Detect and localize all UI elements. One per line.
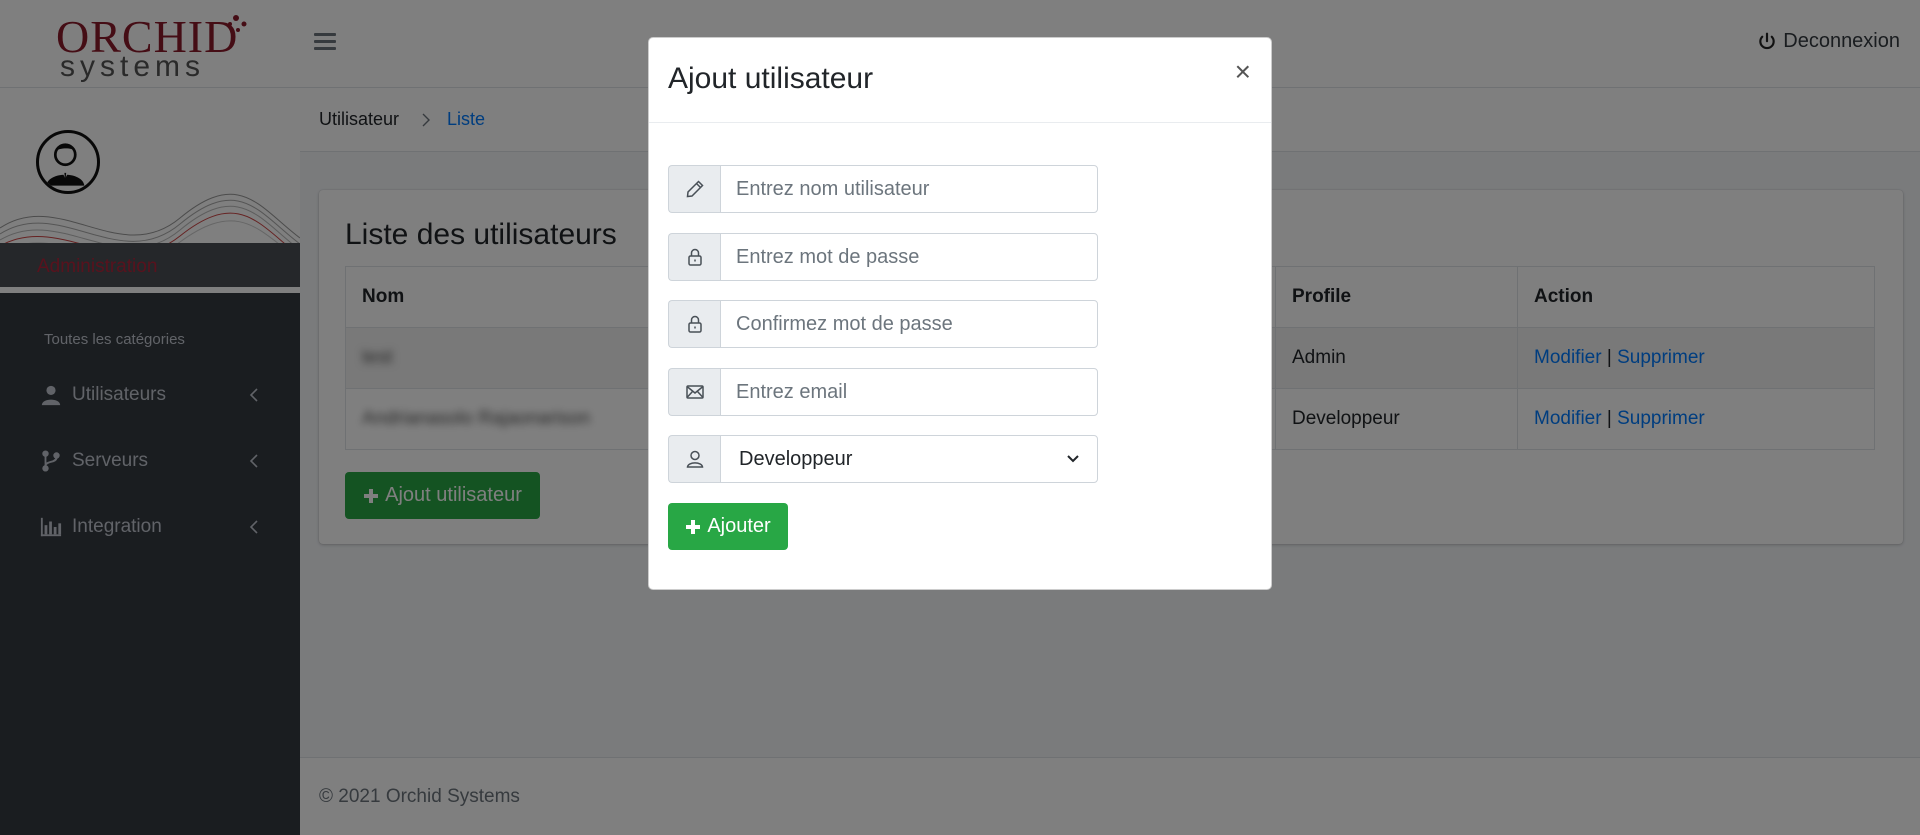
envelope-icon	[668, 368, 720, 416]
submit-label: Ajouter	[707, 515, 771, 537]
password-group	[668, 233, 1098, 281]
add-user-modal: Ajout utilisateur × Developpeur	[648, 37, 1272, 590]
username-input[interactable]	[720, 165, 1098, 213]
lock-icon	[668, 300, 720, 348]
pencil-icon	[668, 165, 720, 213]
profile-select-value: Developpeur	[739, 447, 853, 470]
modal-header: Ajout utilisateur ×	[649, 38, 1271, 123]
plus-icon	[686, 519, 701, 534]
profile-select[interactable]: Developpeur	[720, 435, 1098, 483]
username-group	[668, 165, 1098, 213]
person-icon	[668, 435, 720, 483]
close-icon[interactable]: ×	[1235, 58, 1251, 86]
confirm-password-group	[668, 300, 1098, 348]
chevron-down-icon	[1067, 455, 1079, 463]
confirm-password-input[interactable]	[720, 300, 1098, 348]
email-input[interactable]	[720, 368, 1098, 416]
profile-group: Developpeur	[668, 435, 1098, 483]
password-input[interactable]	[720, 233, 1098, 281]
email-group	[668, 368, 1098, 416]
modal-title: Ajout utilisateur	[668, 62, 874, 95]
lock-icon	[668, 233, 720, 281]
submit-button[interactable]: Ajouter	[668, 503, 788, 550]
